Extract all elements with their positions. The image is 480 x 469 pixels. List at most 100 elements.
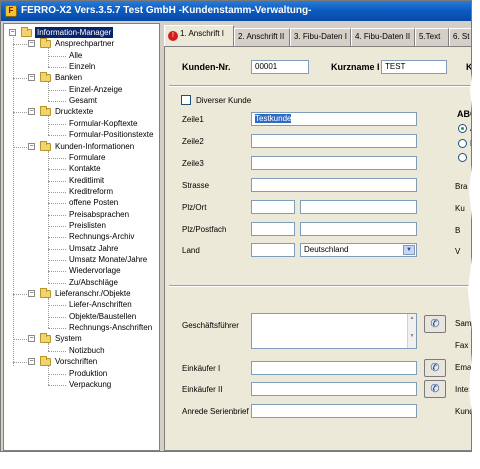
plz-field[interactable]: [251, 200, 295, 214]
tree-group-label[interactable]: Lieferanschr./Objekte: [55, 288, 131, 299]
tree-item[interactable]: Rechnungs-Archiv: [69, 231, 134, 242]
zeile1-label: Zeile1: [182, 115, 204, 124]
tree-item[interactable]: Formulare: [69, 152, 105, 163]
diverser-kunde-checkbox[interactable]: [181, 95, 191, 105]
tree-item[interactable]: Produktion: [69, 368, 107, 379]
tree-item[interactable]: Rechnungs-Anschriften: [69, 322, 152, 333]
tree-connector: [48, 180, 66, 182]
plz-ort-label: Plz/Ort: [182, 203, 207, 212]
tree-group-label[interactable]: System: [55, 333, 82, 344]
tree-item[interactable]: Liefer-Anschriften: [69, 299, 132, 310]
tree-root-label[interactable]: Information-Manager: [35, 27, 114, 38]
tree-connector: [48, 55, 66, 57]
tree-connector: [13, 294, 27, 296]
tree-group-label[interactable]: Kunden-Informationen: [55, 141, 134, 152]
phone-icon[interactable]: ✆: [424, 380, 446, 398]
tree-connector: [13, 339, 27, 341]
tree-group-label[interactable]: Vorschriften: [55, 356, 97, 367]
tree-connector: [48, 373, 66, 375]
tree-connector: [48, 237, 66, 239]
tree-item[interactable]: Einzel-Anzeige: [69, 84, 122, 95]
tree-item[interactable]: Preislisten: [69, 220, 106, 231]
app-icon: F: [5, 5, 17, 17]
phone-icon[interactable]: ✆: [424, 359, 446, 377]
tree-item[interactable]: Wiedervorlage: [69, 265, 121, 276]
tree-item[interactable]: Formular-Positionstexte: [69, 129, 153, 140]
einkaeufer2-field[interactable]: [251, 382, 417, 396]
tab-fibu-daten-1[interactable]: 3. Fibu-Daten I: [290, 28, 351, 46]
tree-item[interactable]: Verpackung: [69, 379, 111, 390]
kurzname-field[interactable]: TEST: [381, 60, 447, 74]
strasse-label: Strasse: [182, 181, 210, 190]
plz-postfach-field[interactable]: [251, 222, 295, 236]
tree-item[interactable]: Umsatz Jahre: [69, 243, 118, 254]
tree-connector: [48, 135, 66, 137]
land-label: Land: [182, 246, 200, 255]
tree-connector: [48, 350, 66, 352]
einkaeufer1-field[interactable]: [251, 361, 417, 375]
tree-connector: [48, 191, 66, 193]
chevron-down-icon[interactable]: ▼: [403, 245, 415, 255]
phone-icon[interactable]: ✆: [424, 315, 446, 333]
torn-edge: [468, 0, 480, 469]
strasse-field[interactable]: [251, 178, 417, 192]
land-code-field[interactable]: [251, 243, 295, 257]
postfach-field[interactable]: [300, 222, 417, 236]
tab-text[interactable]: 5.Text: [415, 28, 449, 46]
zeile1-field[interactable]: Testkunde: [251, 112, 417, 126]
tree-group-label[interactable]: Banken: [55, 72, 82, 83]
zeile3-field[interactable]: [251, 156, 417, 170]
collapse-toggle[interactable]: −: [28, 40, 35, 48]
tree-connector: [48, 248, 66, 250]
tree-item[interactable]: Kontakte: [69, 163, 101, 174]
folder-icon: [21, 27, 32, 37]
zeile2-field[interactable]: [251, 134, 417, 148]
tree-item[interactable]: Gesamt: [69, 95, 97, 106]
geschaeftsfuehrer-field[interactable]: ▲ ▼: [251, 313, 417, 349]
tree-connector: [48, 150, 49, 283]
folder-icon: [40, 106, 51, 117]
tree-connector: [48, 214, 66, 216]
tree-item[interactable]: Umsatz Monate/Jahre: [69, 254, 147, 265]
tree-connector: [48, 343, 49, 351]
ort-field[interactable]: [300, 200, 417, 214]
collapse-toggle[interactable]: −: [28, 358, 35, 366]
tree-item[interactable]: Objekte/Baustellen: [69, 311, 136, 322]
tree-connector: [13, 78, 27, 80]
tree-item[interactable]: Kreditreform: [69, 186, 113, 197]
collapse-toggle[interactable]: −: [28, 74, 35, 82]
tree-item[interactable]: Formular-Kopftexte: [69, 118, 137, 129]
tree-group-label[interactable]: Ansprechpartner: [55, 38, 114, 49]
collapse-toggle[interactable]: −: [9, 29, 16, 36]
zeile2-label: Zeile2: [182, 137, 204, 146]
anrede-field[interactable]: [251, 404, 417, 418]
tree-item[interactable]: Notizbuch: [69, 345, 105, 356]
kunden-nr-field[interactable]: 00001: [251, 60, 309, 74]
collapse-toggle[interactable]: −: [28, 335, 35, 343]
tab-anschrift-1[interactable]: ! 1. Anschrift I: [164, 25, 234, 46]
right-label-v: V: [455, 247, 461, 256]
memo-scrollbar[interactable]: ▲ ▼: [407, 314, 416, 348]
tree-item[interactable]: Einzeln: [69, 61, 95, 72]
tree-connector: [48, 123, 66, 125]
tree-connector: [13, 44, 27, 46]
tree-item[interactable]: Alle: [69, 50, 82, 61]
einkaeufer2-label: Einkäufer II: [182, 385, 223, 394]
tree-item[interactable]: Zu/Abschläge: [69, 277, 118, 288]
collapse-toggle[interactable]: −: [28, 290, 35, 298]
tree-group-label[interactable]: Drucktexte: [55, 106, 93, 117]
tree-connector: [48, 169, 66, 171]
folder-icon: [40, 72, 51, 83]
collapse-toggle[interactable]: −: [28, 108, 35, 116]
warning-icon: !: [168, 31, 178, 41]
collapse-toggle[interactable]: −: [28, 142, 35, 150]
zeile3-label: Zeile3: [182, 159, 204, 168]
tree-item[interactable]: Kreditlimit: [69, 175, 104, 186]
diverser-kunde-label: Diverser Kunde: [196, 96, 252, 105]
tree-connector: [48, 366, 49, 385]
tree-item[interactable]: offene Posten: [69, 197, 118, 208]
tab-fibu-daten-2[interactable]: 4. Fibu-Daten II: [351, 28, 415, 46]
tab-anschrift-2[interactable]: 2. Anschrift II: [234, 28, 290, 46]
tree-item[interactable]: Preisabsprachen: [69, 209, 129, 220]
land-select[interactable]: Deutschland ▼: [300, 243, 417, 257]
